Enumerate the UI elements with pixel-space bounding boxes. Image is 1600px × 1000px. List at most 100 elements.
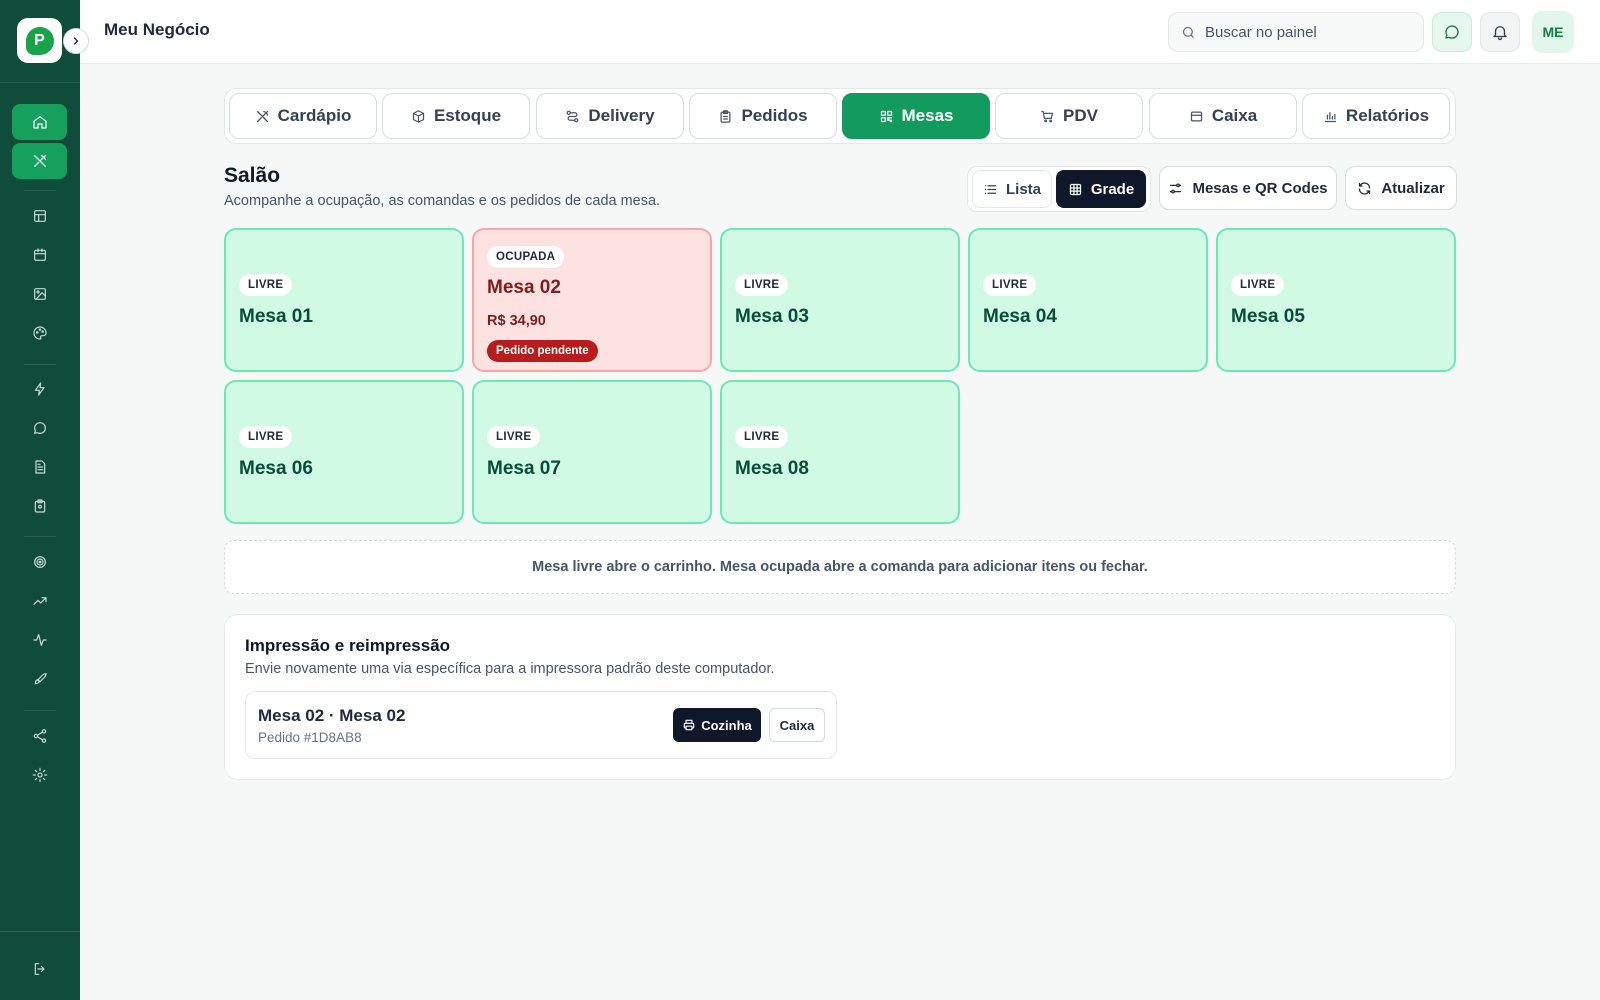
status-badge: LIVRE (735, 426, 789, 448)
clipboard-icon (720, 109, 731, 123)
sidebar-item-layout[interactable] (12, 198, 67, 234)
table-card-01[interactable]: LIVRE Mesa 01 (224, 228, 464, 372)
search-box[interactable] (1168, 12, 1424, 52)
sidebar-item-automations[interactable] (12, 371, 67, 407)
printer-icon (683, 719, 695, 731)
sidebar-divider (24, 364, 56, 365)
section-subtitle: Acompanhe a ocupação, as comandas e os p… (224, 193, 661, 209)
print-kitchen-button[interactable]: Cozinha (673, 708, 761, 742)
print-kitchen-label: Cozinha (701, 717, 752, 733)
print-panel: Impressão e reimpressão Envie novamente … (224, 614, 1456, 780)
tab-pedidos[interactable]: Pedidos (689, 93, 837, 139)
tab-label: Pedidos (741, 106, 808, 125)
tab-cardapio[interactable]: Cardápio (229, 93, 377, 139)
logo-mark: P (25, 26, 54, 55)
bell-icon (1493, 26, 1507, 41)
refresh-icon (1359, 181, 1371, 195)
tab-estoque[interactable]: Estoque (382, 93, 530, 139)
table-card-08[interactable]: LIVRE Mesa 08 (720, 380, 960, 524)
refresh-button[interactable]: Atualizar (1345, 166, 1457, 210)
sidebar-item-settings[interactable] (12, 757, 67, 793)
sidebar-item-images[interactable] (12, 276, 67, 312)
status-badge: LIVRE (487, 426, 541, 448)
calendar-icon (33, 248, 46, 261)
table-name: Mesa 02 (487, 277, 561, 298)
sidebar-item-share[interactable] (12, 718, 67, 754)
search-icon (1182, 26, 1194, 38)
tab-pdv[interactable]: PDV (995, 93, 1143, 139)
rocket-icon (34, 673, 47, 685)
sidebar-item-menu[interactable] (12, 143, 67, 179)
sidebar-item-documents[interactable] (12, 449, 67, 485)
sidebar-expand-button[interactable] (63, 28, 89, 54)
table-name: Mesa 03 (735, 306, 809, 327)
tab-delivery[interactable]: Delivery (536, 93, 684, 139)
grid-icon (1069, 183, 1081, 195)
tab-caixa[interactable]: Caixa (1149, 93, 1297, 139)
pending-order-badge: Pedido pendente (487, 340, 598, 362)
sidebar-item-tasks[interactable] (12, 488, 67, 524)
table-card-02[interactable]: OCUPADA Mesa 02 R$ 34,90 Pedido pendente (472, 228, 712, 372)
table-card-05[interactable]: LIVRE Mesa 05 (1216, 228, 1456, 372)
tab-label: Cardápio (277, 106, 352, 125)
utensils-icon (256, 110, 268, 122)
sidebar-divider (0, 82, 80, 83)
tab-label: Estoque (433, 106, 502, 125)
status-badge: LIVRE (1231, 274, 1285, 296)
tab-label: Caixa (1211, 106, 1258, 125)
sidebar: P (0, 0, 80, 1000)
list-icon (984, 184, 997, 194)
print-panel-title: Impressão e reimpressão (245, 636, 451, 655)
table-card-06[interactable]: LIVRE Mesa 06 (224, 380, 464, 524)
sidebar-item-messages[interactable] (12, 410, 67, 446)
usage-hint: Mesa livre abre o carrinho. Mesa ocupada… (224, 540, 1456, 594)
tables-qr-codes-button[interactable]: Mesas e QR Codes (1159, 166, 1337, 210)
chat-button[interactable] (1432, 12, 1472, 52)
route-icon (566, 110, 579, 122)
zap-icon (34, 382, 45, 396)
image-icon (33, 288, 46, 300)
tab-label: Mesas (901, 106, 954, 125)
notifications-button[interactable] (1480, 12, 1520, 52)
settings-icon (32, 767, 47, 783)
grid-view-button[interactable]: Grade (1056, 170, 1146, 208)
print-job-title: Mesa 02 · Mesa 02 (258, 706, 406, 725)
module-tabs: Cardápio Estoque Delivery Pedidos Mesas … (224, 88, 1456, 144)
table-name: Mesa 04 (983, 306, 1057, 327)
avatar[interactable]: ME (1532, 11, 1574, 53)
home-icon (32, 116, 47, 129)
sidebar-item-logout[interactable] (12, 951, 67, 987)
target-icon (33, 556, 46, 568)
refresh-label: Atualizar (1381, 179, 1445, 197)
qr-icon (880, 110, 892, 122)
share-icon (33, 729, 46, 743)
tab-mesas[interactable]: Mesas (842, 93, 990, 139)
sidebar-item-home[interactable] (12, 104, 67, 140)
sidebar-item-growth[interactable] (12, 583, 67, 619)
sidebar-item-launch[interactable] (12, 661, 67, 697)
sidebar-item-calendar[interactable] (12, 237, 67, 273)
section-title: Salão (224, 164, 281, 187)
logout-icon (34, 963, 45, 975)
table-card-04[interactable]: LIVRE Mesa 04 (968, 228, 1208, 372)
print-cashier-button[interactable]: Caixa (769, 708, 825, 742)
tab-label: PDV (1063, 106, 1098, 125)
table-card-07[interactable]: LIVRE Mesa 07 (472, 380, 712, 524)
sidebar-item-theme[interactable] (12, 315, 67, 351)
sidebar-item-goals[interactable] (12, 544, 67, 580)
palette-icon (32, 326, 47, 340)
status-badge: LIVRE (239, 426, 293, 448)
utensils-icon (33, 155, 46, 167)
app-logo[interactable]: P (17, 18, 62, 63)
trending-up-icon (32, 597, 47, 605)
table-card-03[interactable]: LIVRE Mesa 03 (720, 228, 960, 372)
tables-qr-codes-label: Mesas e QR Codes (1192, 179, 1328, 197)
table-name: Mesa 08 (735, 458, 809, 479)
table-name: Mesa 06 (239, 458, 313, 479)
status-badge: LIVRE (735, 274, 789, 296)
print-job-row: Mesa 02 · Mesa 02 Pedido #1D8AB8 Cozinha… (245, 691, 837, 759)
sidebar-item-activity[interactable] (12, 622, 67, 658)
tab-relatorios[interactable]: Relatórios (1302, 93, 1450, 139)
list-view-button[interactable]: Lista (972, 170, 1052, 208)
search-input[interactable] (1205, 23, 1405, 41)
